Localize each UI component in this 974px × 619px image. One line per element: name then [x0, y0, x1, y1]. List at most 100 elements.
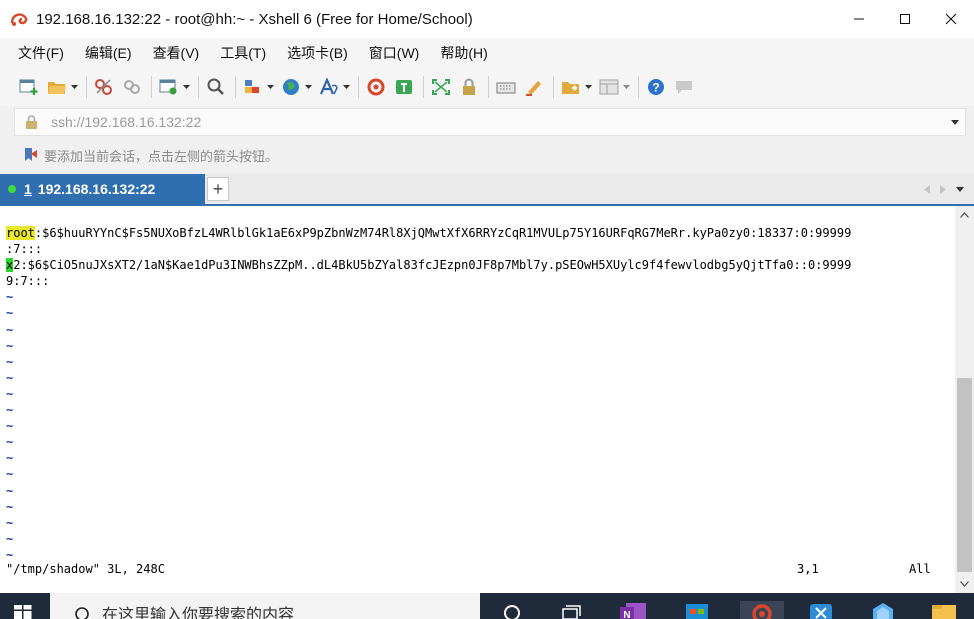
- folder-icon: [932, 605, 956, 619]
- vertical-scrollbar[interactable]: [955, 206, 974, 593]
- open-session-button[interactable]: [46, 73, 78, 101]
- empty-line-tilde: ~: [6, 419, 14, 434]
- xftp-button[interactable]: [393, 73, 415, 101]
- chat-button[interactable]: [673, 73, 695, 101]
- xftp-taskbar-button[interactable]: [807, 601, 835, 619]
- chevron-down-icon[interactable]: [956, 186, 964, 192]
- disconnect-icon: [93, 76, 115, 98]
- reconnect-button[interactable]: [121, 73, 143, 101]
- add-tab-button[interactable]: +: [207, 177, 229, 201]
- windows-logo-icon: [14, 605, 32, 619]
- font-button[interactable]: [318, 73, 350, 101]
- app-taskbar-button[interactable]: [869, 601, 897, 619]
- xftp-icon: [810, 604, 832, 619]
- search-icon: [72, 605, 92, 619]
- globe-button[interactable]: [280, 73, 312, 101]
- chevron-down-icon: [960, 581, 969, 587]
- menu-tabs[interactable]: 选项卡(B): [284, 40, 351, 66]
- menu-window[interactable]: 窗口(W): [366, 40, 423, 66]
- store-taskbar-button[interactable]: [683, 601, 711, 619]
- toolbar-divider: [638, 76, 639, 98]
- lock-icon: [458, 76, 480, 98]
- toolbar-divider: [553, 76, 554, 98]
- start-button[interactable]: [0, 593, 46, 619]
- chevron-left-icon[interactable]: [924, 184, 930, 194]
- onenote-taskbar-button[interactable]: N: [620, 601, 648, 619]
- menu-edit[interactable]: 编辑(E): [82, 40, 135, 66]
- find-button[interactable]: [205, 73, 227, 101]
- empty-line-tilde: ~: [6, 354, 14, 369]
- folder-open-icon: [46, 76, 68, 98]
- link-icon: [121, 76, 143, 98]
- transfer-icon: [242, 76, 264, 98]
- address-dropdown-button[interactable]: [945, 119, 965, 125]
- session-hint-text: 要添加当前会话，点击左侧的箭头按钮。: [44, 148, 279, 164]
- taskbar-search-placeholder: 在这里输入你要搜索的内容: [102, 607, 295, 619]
- maximize-button[interactable]: [882, 0, 928, 38]
- layout-button[interactable]: [598, 73, 630, 101]
- chevron-right-icon[interactable]: [940, 184, 946, 194]
- pen-icon: [523, 76, 545, 98]
- xshell-icon: [752, 604, 772, 619]
- svg-text:N: N: [623, 610, 630, 619]
- file-explorer-taskbar-button[interactable]: [930, 601, 958, 619]
- title-bar: 192.168.16.132:22 - root@hh:~ - Xshell 6…: [0, 0, 974, 38]
- xshell-button[interactable]: [365, 73, 387, 101]
- scroll-up-button[interactable]: [955, 206, 974, 224]
- shadow-entry-wrap: 9:7:::: [6, 274, 50, 289]
- menu-file[interactable]: 文件(F): [15, 40, 67, 66]
- properties-button[interactable]: [158, 73, 190, 101]
- empty-line-tilde: ~: [6, 435, 14, 450]
- empty-line-tilde: ~: [6, 499, 14, 514]
- settings-icon: [158, 76, 180, 98]
- cortana-button[interactable]: [498, 601, 526, 619]
- chevron-down-icon: [951, 119, 959, 125]
- tab-number: 1: [24, 181, 32, 197]
- disconnect-button[interactable]: [93, 73, 115, 101]
- terminal-line: x2:$6$CiO5nuJXsXT2/1aN$Kae1dPu3INWBhsZZp…: [6, 257, 951, 273]
- chat-icon: [673, 76, 695, 98]
- address-bar[interactable]: ssh://192.168.16.132:22: [14, 108, 966, 136]
- add-folder-button[interactable]: [560, 73, 592, 101]
- hexagon-app-icon: [873, 603, 893, 619]
- menu-bar: 文件(F) 编辑(E) 查看(V) 工具(T) 选项卡(B) 窗口(W) 帮助(…: [0, 38, 974, 68]
- empty-line-tilde: ~: [6, 467, 14, 482]
- empty-line-tilde: ~: [6, 306, 14, 321]
- terminal-line: root:$6$huuRYYnC$Fs5NUXoBfzL4WRlblGk1aE6…: [6, 225, 951, 241]
- highlight-button[interactable]: [523, 73, 545, 101]
- empty-line-tilde: ~: [6, 290, 14, 305]
- new-session-button[interactable]: [18, 73, 40, 101]
- toolbar-divider: [235, 76, 236, 98]
- toolbar-divider: [488, 76, 489, 98]
- svg-text:?: ?: [652, 81, 659, 95]
- taskbar-search[interactable]: 在这里输入你要搜索的内容: [50, 593, 480, 619]
- tab-session-1[interactable]: 1 192.168.16.132:22: [0, 174, 205, 204]
- menu-help[interactable]: 帮助(H): [437, 40, 490, 66]
- menu-view[interactable]: 查看(V): [150, 40, 203, 66]
- fullscreen-button[interactable]: [430, 73, 452, 101]
- scroll-down-button[interactable]: [955, 575, 974, 593]
- shadow-entry-text: :$6$huuRYYnC$Fs5NUXoBfzL4WRlblGk1aE6xP9p…: [34, 226, 852, 240]
- lock-button[interactable]: [458, 73, 480, 101]
- xshell-taskbar-button[interactable]: [740, 601, 784, 619]
- terminal-area[interactable]: root:$6$huuRYYnC$Fs5NUXoBfzL4WRlblGk1aE6…: [0, 206, 955, 593]
- chevron-down-icon: [584, 85, 592, 89]
- task-view-button[interactable]: [557, 601, 585, 619]
- close-icon: [945, 13, 957, 25]
- scrollbar-thumb[interactable]: [957, 378, 972, 572]
- minimize-button[interactable]: [836, 0, 882, 38]
- bookmark-arrow-icon[interactable]: [22, 146, 40, 164]
- menu-tools[interactable]: 工具(T): [217, 40, 269, 66]
- windows-taskbar: 在这里输入你要搜索的内容 N: [0, 593, 974, 619]
- help-button[interactable]: ?: [645, 73, 667, 101]
- address-input[interactable]: ssh://192.168.16.132:22: [51, 114, 945, 130]
- empty-line-tilde: ~: [6, 322, 14, 337]
- close-button[interactable]: [928, 0, 974, 38]
- transfer-button[interactable]: [242, 73, 274, 101]
- chevron-down-icon: [342, 85, 350, 89]
- keyboard-button[interactable]: [495, 73, 517, 101]
- toolbar-divider: [86, 76, 87, 98]
- toolbar-divider: [358, 76, 359, 98]
- globe-icon: [280, 76, 302, 98]
- toolbar: ?: [0, 68, 974, 106]
